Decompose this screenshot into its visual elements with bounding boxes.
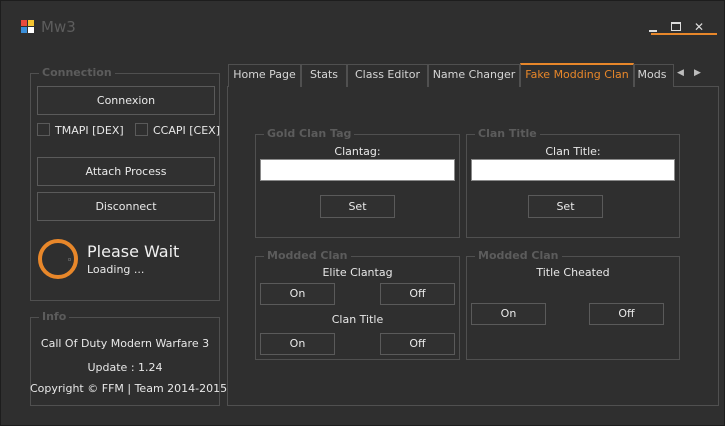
modded-clan-right-title: Modded Clan (475, 250, 562, 262)
ccapi-checkbox[interactable] (135, 123, 148, 136)
info-copyright: Copyright © FFM | Team 2014-2015 (30, 382, 228, 395)
clan-title-group-title: Clan Title (475, 128, 540, 140)
spinner-dot (68, 258, 71, 261)
modded-clan-title-label: Clan Title (331, 313, 384, 326)
elite-clantag-label: Elite Clantag (322, 266, 393, 279)
title-cheated-label: Title Cheated (536, 266, 610, 279)
clan-title-set-button[interactable]: Set (528, 195, 603, 218)
tab-home-page[interactable]: Home Page (228, 64, 301, 87)
clan-title-label: Clan Title: (545, 145, 601, 158)
tab-name-changer[interactable]: Name Changer (428, 64, 520, 87)
tab-fake-modding-clan[interactable]: Fake Modding Clan (520, 63, 634, 87)
attach-process-button[interactable]: Attach Process (37, 157, 215, 186)
tab-mods[interactable]: Mods (634, 64, 674, 87)
tab-class-editor[interactable]: Class Editor (347, 64, 428, 87)
status-subtitle: Loading ... (87, 263, 145, 276)
tab-bar: Home Page Stats Class Editor Name Change… (228, 63, 718, 87)
app-icon (21, 20, 35, 34)
main-window: Mw3 ✕ Connection Connexion TMAPI [DEX] C… (0, 0, 725, 426)
tmapi-label: TMAPI [DEX] (55, 124, 124, 137)
clan-title-input[interactable] (471, 159, 675, 181)
close-icon: ✕ (693, 20, 705, 34)
clan-title-on-button[interactable]: On (260, 333, 335, 355)
tab-scroll-right-icon[interactable]: ▶ (694, 68, 701, 78)
disconnect-button[interactable]: Disconnect (37, 192, 215, 221)
clantag-input[interactable] (260, 159, 455, 181)
tab-scroll-left-icon[interactable]: ◀ (677, 68, 684, 78)
window-title: Mw3 (41, 18, 76, 36)
loading-spinner-icon (38, 239, 78, 279)
tmapi-checkbox[interactable] (37, 123, 50, 136)
ccapi-label: CCAPI [CEX] (153, 124, 221, 137)
clan-title-off-button[interactable]: Off (380, 333, 455, 355)
status-title: Please Wait (87, 242, 180, 261)
clantag-label: Clantag: (334, 145, 381, 158)
elite-clantag-off-button[interactable]: Off (380, 283, 455, 305)
accent-strip (651, 33, 717, 35)
clantag-set-button[interactable]: Set (320, 195, 395, 218)
maximize-icon (671, 22, 681, 31)
title-bar: Mw3 ✕ (1, 1, 724, 36)
info-update: Update : 1.24 (87, 361, 163, 374)
info-game: Call Of Duty Modern Warfare 3 (40, 337, 210, 350)
connexion-button[interactable]: Connexion (37, 86, 215, 115)
minimize-icon (649, 30, 657, 32)
info-group-title: Info (39, 311, 70, 323)
elite-clantag-on-button[interactable]: On (260, 283, 335, 305)
tab-stats[interactable]: Stats (301, 64, 347, 87)
gold-clan-tag-title: Gold Clan Tag (264, 128, 355, 140)
modded-clan-left-title: Modded Clan (264, 250, 351, 262)
title-cheated-off-button[interactable]: Off (589, 303, 664, 325)
connection-group-title: Connection (39, 67, 115, 79)
title-cheated-on-button[interactable]: On (471, 303, 546, 325)
